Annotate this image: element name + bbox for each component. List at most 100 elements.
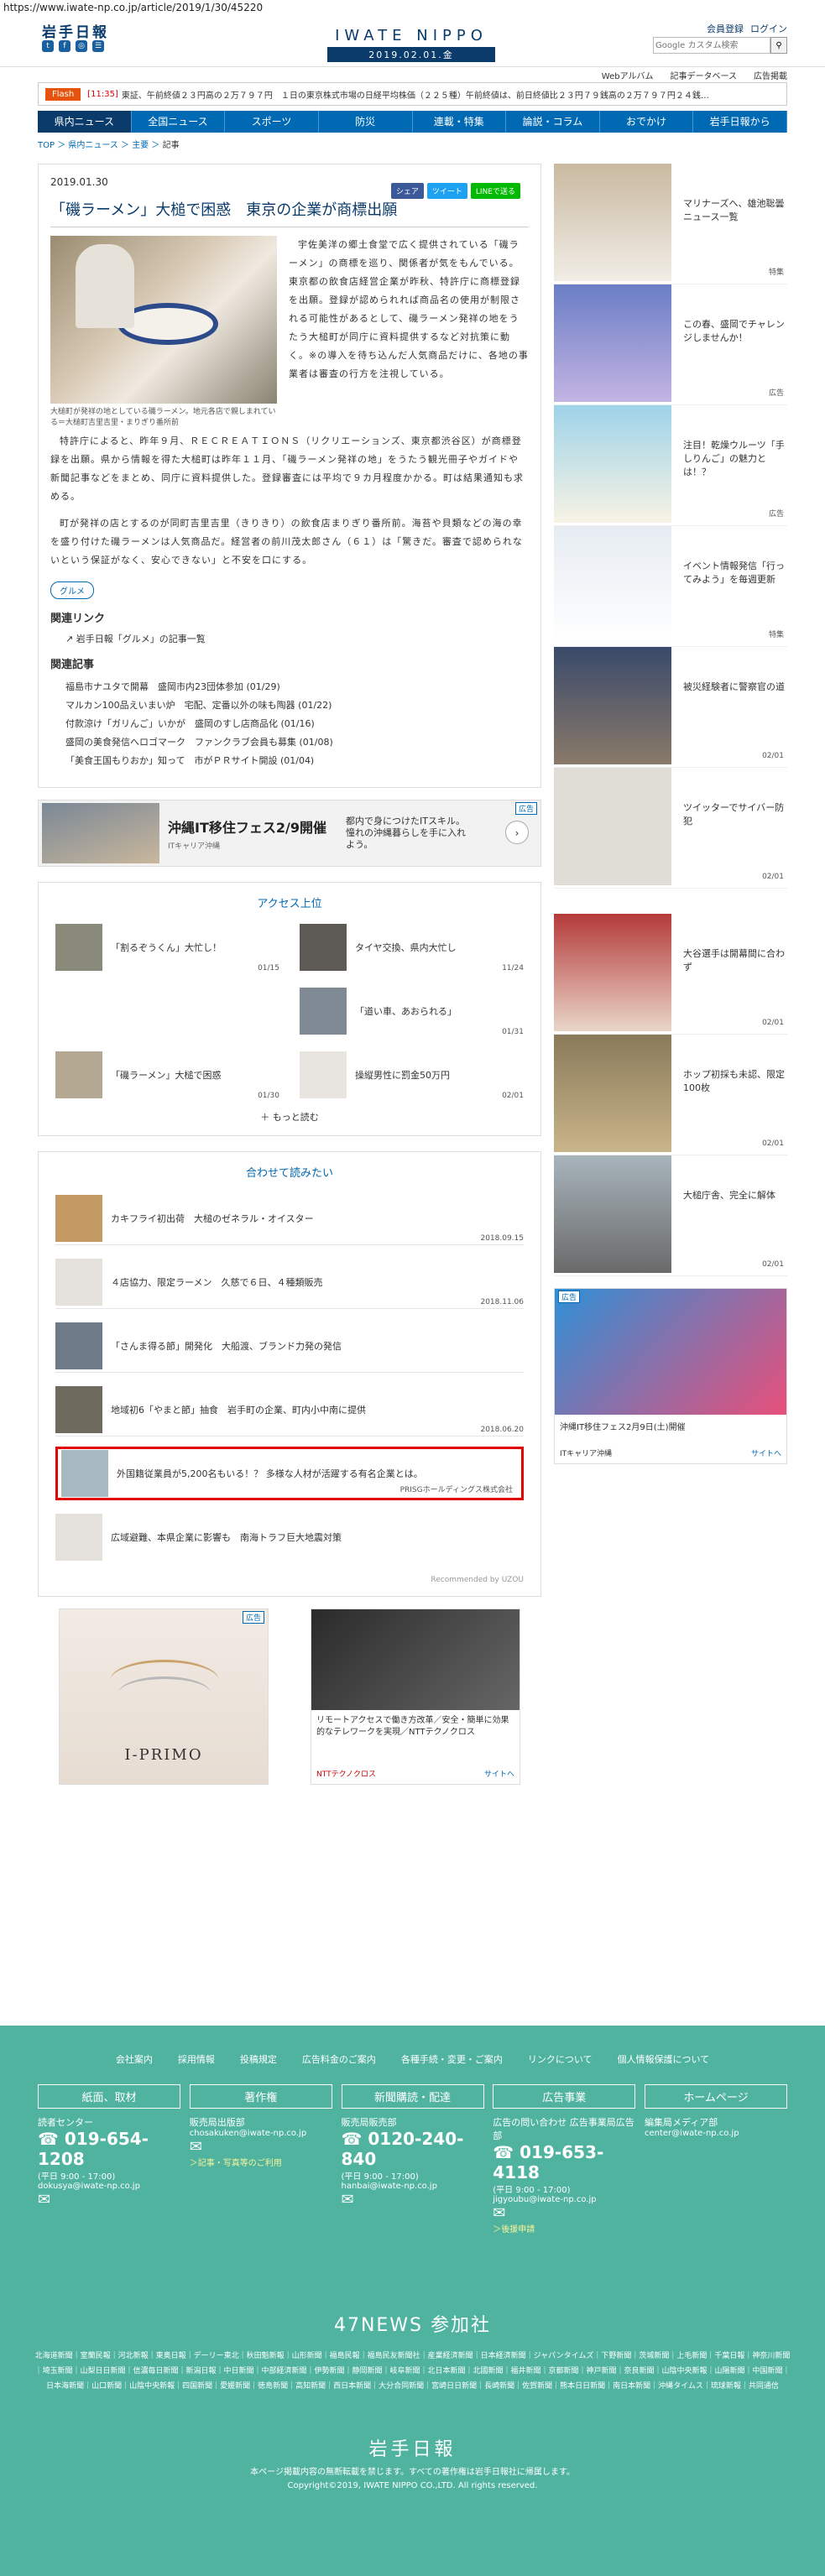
- okinawa-ad-banner[interactable]: 沖縄IT移住フェス2/9開催 ITキャリア沖縄 都内で身につけたITスキル。憧れ…: [38, 800, 541, 867]
- read-item[interactable]: ４店協力、限定ラーメン 久慈で６日、４種類販売 2018.11.06: [55, 1255, 524, 1309]
- recommended-by[interactable]: Recommended by UZOU: [55, 1576, 524, 1584]
- contact-tel[interactable]: ☎ 019-653-4118: [493, 2142, 635, 2182]
- site-link[interactable]: サイトへ: [751, 1447, 781, 1458]
- subnav-database[interactable]: 記事データベース: [671, 69, 738, 81]
- thumbnail: [300, 1051, 347, 1098]
- search-button[interactable]: ⚲: [770, 37, 787, 54]
- sidebar-item[interactable]: イベント情報発信「行ってみよう」を毎週更新 特集: [554, 526, 787, 647]
- sidebar-item[interactable]: マリナーズへ、雄池聡曇ニュース一覧 特集: [554, 164, 787, 284]
- crumb-category[interactable]: 県内ニュース: [68, 141, 118, 150]
- footer-link[interactable]: 投稿規定: [240, 2052, 277, 2066]
- contact-mail[interactable]: jigyoubu@iwate-np.co.jp: [493, 2195, 635, 2204]
- footer-link[interactable]: 各種手続・変更・ご案内: [401, 2052, 503, 2066]
- contact-mail[interactable]: chosakuken@iwate-np.co.jp: [190, 2129, 332, 2138]
- tweet-button[interactable]: ツイート: [426, 183, 467, 199]
- ranking-item[interactable]: 操縦男性に罰金50万円 02/01: [300, 1050, 524, 1100]
- related-article[interactable]: マルカン100品えいまい炉 宅配、定番以外の味も陶器 (01/22): [65, 696, 529, 715]
- nav-national[interactable]: 全国ニュース: [132, 111, 226, 133]
- related-article[interactable]: 盛岡の美食発信へロゴマーク ファンクラブ会員も募集 (01/08): [65, 733, 529, 752]
- subnav-ad[interactable]: 広告掲載: [754, 69, 787, 81]
- facebook-icon[interactable]: f: [59, 40, 70, 52]
- contact-mail[interactable]: center@iwate-np.co.jp: [645, 2129, 787, 2138]
- bottom-ads: I-PRIMO 広告 リモートアクセスで働き方改革／安全・簡単に効果的なテレワー…: [38, 1609, 541, 1785]
- chevron-right-icon[interactable]: ›: [505, 821, 529, 844]
- related-link[interactable]: ↗ 岩手日報「グルメ」の記事一覧: [65, 632, 529, 645]
- ranking-item[interactable]: 「磯ラーメン」大槌で困惑 01/30: [55, 1050, 279, 1100]
- contact-mail[interactable]: dokusya@iwate-np.co.jp: [38, 2182, 180, 2191]
- footer-link[interactable]: 広告料金のご案内: [302, 2052, 376, 2066]
- read-item[interactable]: カキフライ初出荷 大槌のゼネラル・オイスター 2018.09.15: [55, 1192, 524, 1245]
- facebook-share-button[interactable]: シェア: [390, 183, 424, 199]
- nav-local[interactable]: 県内ニュース: [38, 111, 132, 133]
- sidebar-item[interactable]: 大谷選手は開幕間に合わず 02/01: [554, 914, 787, 1035]
- url-bar[interactable]: https://www.iwate-np.co.jp/article/2019/…: [0, 0, 825, 17]
- mail-icon[interactable]: ✉: [38, 2191, 180, 2208]
- nav-disaster[interactable]: 防災: [319, 111, 413, 133]
- site-link[interactable]: サイトへ: [484, 1768, 514, 1779]
- twitter-icon[interactable]: t: [42, 40, 54, 52]
- thumbnail: [554, 405, 671, 523]
- promoted-item[interactable]: 外国籍従業員が5,200名もいる！？ 多様な人材が活躍する有名企業とは。 PRIS…: [55, 1447, 524, 1500]
- related-article[interactable]: 「美食王国もりおか」知って 市がＰＲサイト開設 (01/04): [65, 752, 529, 770]
- sidebar-item[interactable]: 被災経験者に警察官の道 02/01: [554, 647, 787, 768]
- ramen-photo[interactable]: [50, 236, 277, 404]
- contact-button[interactable]: 著作権: [189, 2084, 332, 2109]
- tag-gourmet[interactable]: グルメ: [50, 581, 94, 599]
- footer-logo[interactable]: 岩手日報: [0, 2434, 825, 2461]
- contact-button[interactable]: 広告事業: [493, 2084, 636, 2109]
- instagram-icon[interactable]: ◎: [76, 40, 87, 52]
- crumb-sub[interactable]: 主要: [132, 141, 149, 150]
- ranking-item[interactable]: タイヤ交換、県内大忙し 11/24: [300, 922, 524, 973]
- ranking-item[interactable]: 「道い車、あおられる」 01/31: [300, 986, 524, 1036]
- site-logo[interactable]: 岩手日報: [42, 20, 109, 41]
- subnav-album[interactable]: Webアルバム: [602, 69, 654, 81]
- read-item[interactable]: 地域初6「やまと節」抽食 岩手町の企業、町内小中南に提供 2018.06.20: [55, 1383, 524, 1437]
- nav-from-nippo[interactable]: 岩手日報から: [693, 111, 787, 133]
- contact-tel[interactable]: ☎ 0120-240-840: [342, 2129, 484, 2169]
- sidebar-category: 広告: [768, 510, 784, 519]
- sidebar-item[interactable]: 大槌庁舎、完全に解体 02/01: [554, 1155, 787, 1276]
- footer-link[interactable]: 個人情報保護について: [618, 2052, 710, 2066]
- login-link[interactable]: ログイン: [750, 22, 787, 35]
- ad-title: 沖縄IT移住フェス2/9開催: [168, 819, 326, 836]
- register-link[interactable]: 会員登録: [707, 22, 744, 35]
- contact-extra-link[interactable]: ＞記事・写真等のご利用: [190, 2156, 332, 2168]
- sidebar-item[interactable]: この春、盛岡でチャレンジしませんか！ 広告: [554, 284, 787, 405]
- search-input[interactable]: [653, 37, 770, 54]
- contact-button[interactable]: 新聞購読・配達: [341, 2084, 484, 2109]
- footer-link[interactable]: リンクについて: [528, 2052, 593, 2066]
- nav-sports[interactable]: スポーツ: [225, 111, 319, 133]
- mail-icon[interactable]: ✉: [342, 2191, 484, 2208]
- phone-icon: ☎: [341, 2129, 363, 2149]
- related-article[interactable]: 付款涼け「ガリんご」いかが 盛岡のすし店商品化 (01/16): [65, 715, 529, 733]
- nav-outing[interactable]: おでかけ: [600, 111, 694, 133]
- contact-mail[interactable]: hanbai@iwate-np.co.jp: [342, 2182, 484, 2191]
- related-article[interactable]: 福島市ナユタで開幕 盛岡市内23団体参加 (01/29): [65, 678, 529, 696]
- 47news-members[interactable]: 北海道新聞｜室蘭民報｜河北新報｜東奥日報｜デーリー東北｜秋田魁新報｜山形新聞｜福…: [35, 2349, 791, 2394]
- sidebar-item[interactable]: 注目！乾燥ウルーツ「手しりんご」の魅力とは！？ 広告: [554, 405, 787, 526]
- nav-opinion[interactable]: 論説・コラム: [506, 111, 600, 133]
- sidebar-item[interactable]: ホップ初採も未認、限定100枚 02/01: [554, 1035, 787, 1155]
- mail-icon[interactable]: ✉: [493, 2204, 635, 2222]
- rss-icon[interactable]: ☰: [92, 40, 104, 52]
- read-item[interactable]: 「さんま得る節」開発化 大船渡、ブランド力発の発信: [55, 1319, 524, 1373]
- ntt-ad[interactable]: リモートアクセスで働き方改革／安全・簡単に効果的なテレワークを実現／NTTテクノ…: [311, 1609, 520, 1785]
- read-item[interactable]: 広域避難、本県企業に影響も 南海トラフ巨大地震対策: [55, 1510, 524, 1564]
- contact-column: 新聞購読・配達 販売局販売部 ☎ 0120-240-840 (平日 9:00 -…: [341, 2084, 484, 2234]
- contact-extra-link[interactable]: ＞後援申請: [493, 2222, 635, 2234]
- more-button[interactable]: ＋ もっと読む: [55, 1110, 524, 1124]
- flash-news[interactable]: Flash [11:35] 東証、午前終値２３円高の２万７９７円 １日の東京株式…: [38, 82, 787, 106]
- iprimo-ad[interactable]: I-PRIMO 広告: [59, 1609, 269, 1785]
- footer-link[interactable]: 会社案内: [116, 2052, 153, 2066]
- mail-icon[interactable]: ✉: [190, 2138, 332, 2156]
- nav-features[interactable]: 連載・特集: [413, 111, 507, 133]
- side-ad[interactable]: 沖縄IT移住フェス2月9日(土)開催 ITキャリア沖縄 サイトへ 広告: [554, 1288, 787, 1464]
- line-share-button[interactable]: LINEで送る: [470, 183, 520, 199]
- crumb-top[interactable]: TOP: [38, 141, 55, 150]
- ranking-item[interactable]: 「割るぞうくん」大忙し！ 01/15: [55, 922, 279, 973]
- sidebar-item[interactable]: ツイッターでサイバー防犯 02/01: [554, 768, 787, 889]
- contact-button[interactable]: ホームページ: [645, 2084, 787, 2109]
- contact-button[interactable]: 紙面、取材: [38, 2084, 180, 2109]
- footer-link[interactable]: 採用情報: [178, 2052, 215, 2066]
- contact-tel[interactable]: ☎ 019-654-1208: [38, 2129, 180, 2169]
